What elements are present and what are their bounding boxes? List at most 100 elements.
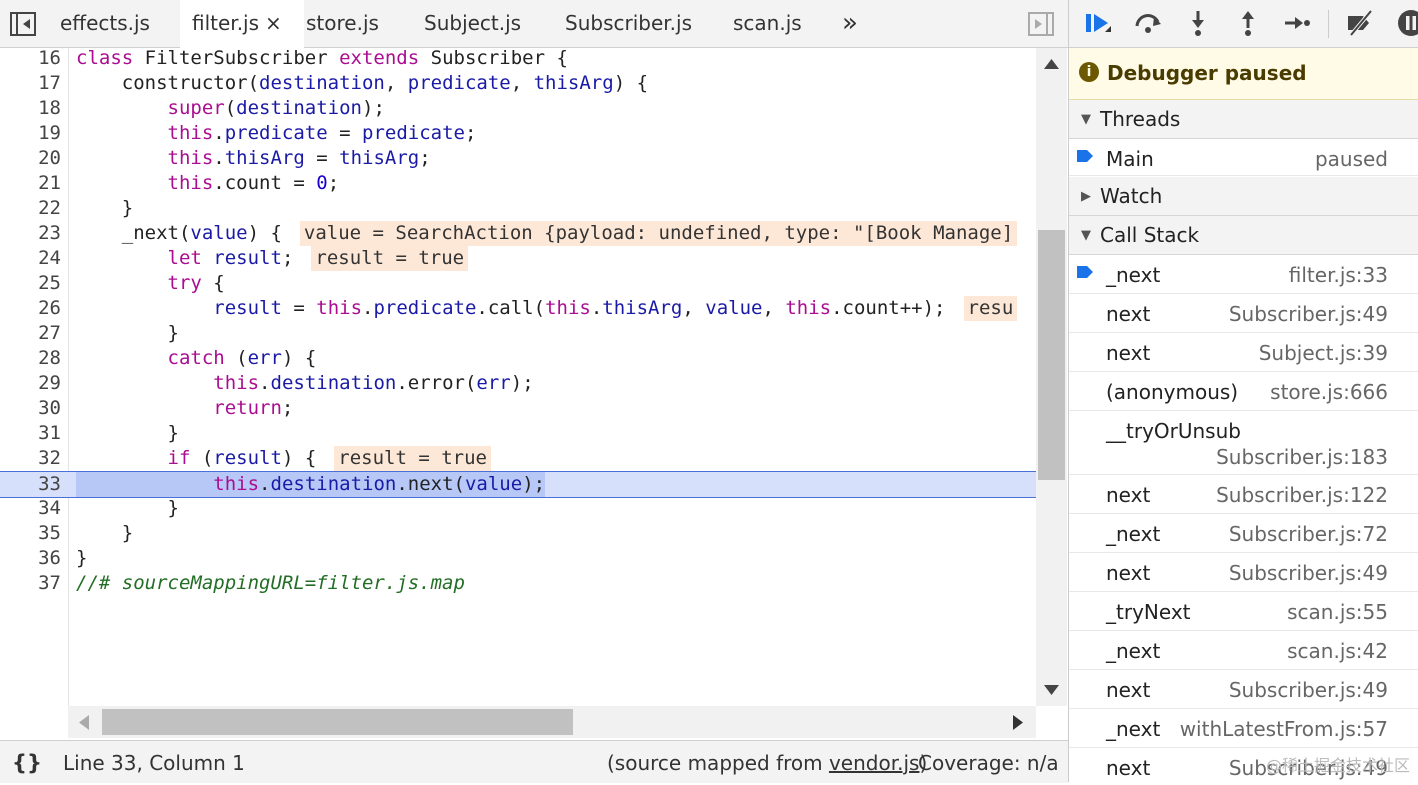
line-number[interactable]: 21 bbox=[0, 171, 61, 196]
frame-function-name: next bbox=[1106, 483, 1151, 507]
more-tabs-button[interactable]: » bbox=[842, 0, 872, 47]
collapsed-triangle-icon: ▶ bbox=[1081, 189, 1091, 204]
line-source: this.predicate = predicate; bbox=[167, 122, 477, 144]
call-frame-row[interactable]: next Subscriber.js:49 bbox=[1069, 670, 1418, 709]
line-source: } bbox=[76, 547, 88, 569]
code-line: 35 } bbox=[0, 521, 1036, 546]
expanded-triangle-icon: ▼ bbox=[1081, 112, 1091, 127]
line-number[interactable]: 31 bbox=[0, 421, 61, 446]
deactivate-breakpoints-icon[interactable] bbox=[1345, 8, 1375, 38]
horizontal-scrollbar[interactable] bbox=[68, 706, 1036, 738]
vertical-scroll-thumb[interactable] bbox=[1038, 230, 1065, 480]
line-number[interactable]: 26 bbox=[0, 296, 61, 321]
code-view[interactable]: 16 class FilterSubscriber extends Subscri… bbox=[0, 48, 1036, 706]
line-number[interactable]: 33 bbox=[0, 472, 61, 497]
scroll-down-icon[interactable] bbox=[1044, 684, 1059, 696]
line-source: return; bbox=[213, 397, 294, 419]
line-source: //# sourceMappingURL=filter.js.map bbox=[76, 572, 465, 594]
source-map-prefix: (source mapped from bbox=[607, 751, 829, 775]
line-source: if (result) { bbox=[167, 447, 317, 469]
toggle-debugger-sidebar-icon[interactable] bbox=[1027, 10, 1055, 38]
call-frame-row[interactable]: next Subscriber.js:122 bbox=[1069, 475, 1418, 514]
line-source: catch (err) { bbox=[167, 347, 317, 369]
tab-subject-js[interactable]: Subject.js bbox=[424, 0, 544, 47]
call-frame-row[interactable]: _next Subscriber.js:72 bbox=[1069, 514, 1418, 553]
frame-location: Subscriber.js:122 bbox=[1216, 483, 1388, 507]
tab-label: effects.js bbox=[60, 11, 150, 35]
horizontal-scroll-thumb[interactable] bbox=[102, 709, 573, 735]
scroll-right-icon[interactable] bbox=[1012, 715, 1024, 730]
line-number[interactable]: 30 bbox=[0, 396, 61, 421]
tab-store-js[interactable]: store.js bbox=[306, 0, 406, 47]
call-frame-row[interactable]: _next filter.js:33 bbox=[1069, 255, 1418, 294]
call-frame-row[interactable]: _next withLatestFrom.js:57 bbox=[1069, 709, 1418, 748]
line-number[interactable]: 16 bbox=[0, 48, 61, 71]
call-frame-row[interactable]: (anonymous) store.js:666 bbox=[1069, 372, 1418, 411]
step-icon[interactable] bbox=[1282, 8, 1312, 38]
close-tab-icon[interactable]: × bbox=[265, 11, 282, 35]
threads-section-header[interactable]: ▼ Threads bbox=[1069, 100, 1418, 139]
watermark: @稀土掘金技术社区 bbox=[1265, 756, 1410, 775]
line-number[interactable]: 19 bbox=[0, 121, 61, 146]
scroll-up-icon[interactable] bbox=[1044, 58, 1059, 70]
step-out-icon[interactable] bbox=[1233, 8, 1263, 38]
code-line: 36} bbox=[0, 546, 1036, 571]
line-number[interactable]: 25 bbox=[0, 271, 61, 296]
line-number[interactable]: 32 bbox=[0, 446, 61, 471]
line-number[interactable]: 20 bbox=[0, 146, 61, 171]
tab-subscriber-js[interactable]: Subscriber.js bbox=[565, 0, 715, 47]
line-number[interactable]: 27 bbox=[0, 321, 61, 346]
pretty-print-button[interactable]: {} bbox=[12, 741, 42, 785]
line-source: class FilterSubscriber extends Subscribe… bbox=[76, 48, 568, 69]
line-number[interactable]: 17 bbox=[0, 71, 61, 96]
coverage-info: Coverage: n/a bbox=[918, 751, 1059, 775]
call-frame-row[interactable]: _tryNext scan.js:55 bbox=[1069, 592, 1418, 631]
step-into-icon[interactable] bbox=[1183, 8, 1213, 38]
tab-effects-js[interactable]: effects.js bbox=[60, 0, 180, 47]
call-frame-row[interactable]: next Subscriber.js:49 bbox=[1069, 294, 1418, 333]
tab-scan-js[interactable]: scan.js bbox=[733, 0, 823, 47]
toggle-navigator-icon[interactable] bbox=[9, 10, 37, 38]
line-source: result = this.predicate.call(this.thisAr… bbox=[213, 297, 946, 319]
frame-location: scan.js:55 bbox=[1287, 600, 1388, 624]
frame-location: Subscriber.js:183 bbox=[1216, 445, 1388, 469]
watch-section-header[interactable]: ▶ Watch bbox=[1069, 177, 1418, 216]
call-stack-section-header[interactable]: ▼ Call Stack bbox=[1069, 216, 1418, 255]
frame-location: Subscriber.js:49 bbox=[1228, 678, 1388, 702]
line-number[interactable]: 28 bbox=[0, 346, 61, 371]
code-line: 29 this.destination.error(err); bbox=[0, 371, 1036, 396]
source-map-link[interactable]: vendor.js bbox=[829, 751, 919, 775]
line-source: let result; bbox=[167, 247, 294, 269]
pause-on-exceptions-icon[interactable] bbox=[1396, 8, 1418, 38]
line-number[interactable]: 37 bbox=[0, 571, 61, 596]
source-map-info: (source mapped from vendor.js) bbox=[607, 741, 927, 785]
line-number[interactable]: 36 bbox=[0, 546, 61, 571]
tab-filter-js[interactable]: filter.js × bbox=[180, 0, 304, 48]
code-line: 24 let result; result = true bbox=[0, 246, 1036, 271]
call-frame-row[interactable]: next Subject.js:39 bbox=[1069, 333, 1418, 372]
call-frame-row[interactable]: _next scan.js:42 bbox=[1069, 631, 1418, 670]
line-number[interactable]: 23 bbox=[0, 221, 61, 246]
step-over-icon[interactable] bbox=[1133, 8, 1163, 38]
debugger-paused-banner: i Debugger paused bbox=[1069, 48, 1418, 100]
line-number[interactable]: 35 bbox=[0, 521, 61, 546]
call-frame-row[interactable]: next Subscriber.js:49 bbox=[1069, 553, 1418, 592]
call-frame-row[interactable]: __tryOrUnsub Subscriber.js:183 bbox=[1069, 411, 1418, 475]
frame-location: withLatestFrom.js:57 bbox=[1179, 717, 1388, 741]
frame-function-name: next bbox=[1106, 678, 1151, 702]
status-bar: {} Line 33, Column 1 (source mapped from… bbox=[0, 740, 1068, 783]
line-number[interactable]: 18 bbox=[0, 96, 61, 121]
resume-icon[interactable] bbox=[1083, 8, 1113, 38]
vertical-scrollbar[interactable] bbox=[1036, 48, 1067, 706]
line-number[interactable]: 34 bbox=[0, 496, 61, 521]
line-number[interactable]: 22 bbox=[0, 196, 61, 221]
debugger-toolbar bbox=[1069, 0, 1418, 48]
tab-label: scan.js bbox=[733, 11, 802, 35]
code-line: 18 super(destination); bbox=[0, 96, 1036, 121]
line-number[interactable]: 29 bbox=[0, 371, 61, 396]
scroll-left-icon[interactable] bbox=[78, 715, 90, 730]
frame-location: Subscriber.js:49 bbox=[1228, 302, 1388, 326]
thread-row-main[interactable]: Main paused bbox=[1069, 139, 1418, 176]
file-tab-bar: effects.js filter.js × store.js Subject.j… bbox=[0, 0, 1068, 48]
line-number[interactable]: 24 bbox=[0, 246, 61, 271]
